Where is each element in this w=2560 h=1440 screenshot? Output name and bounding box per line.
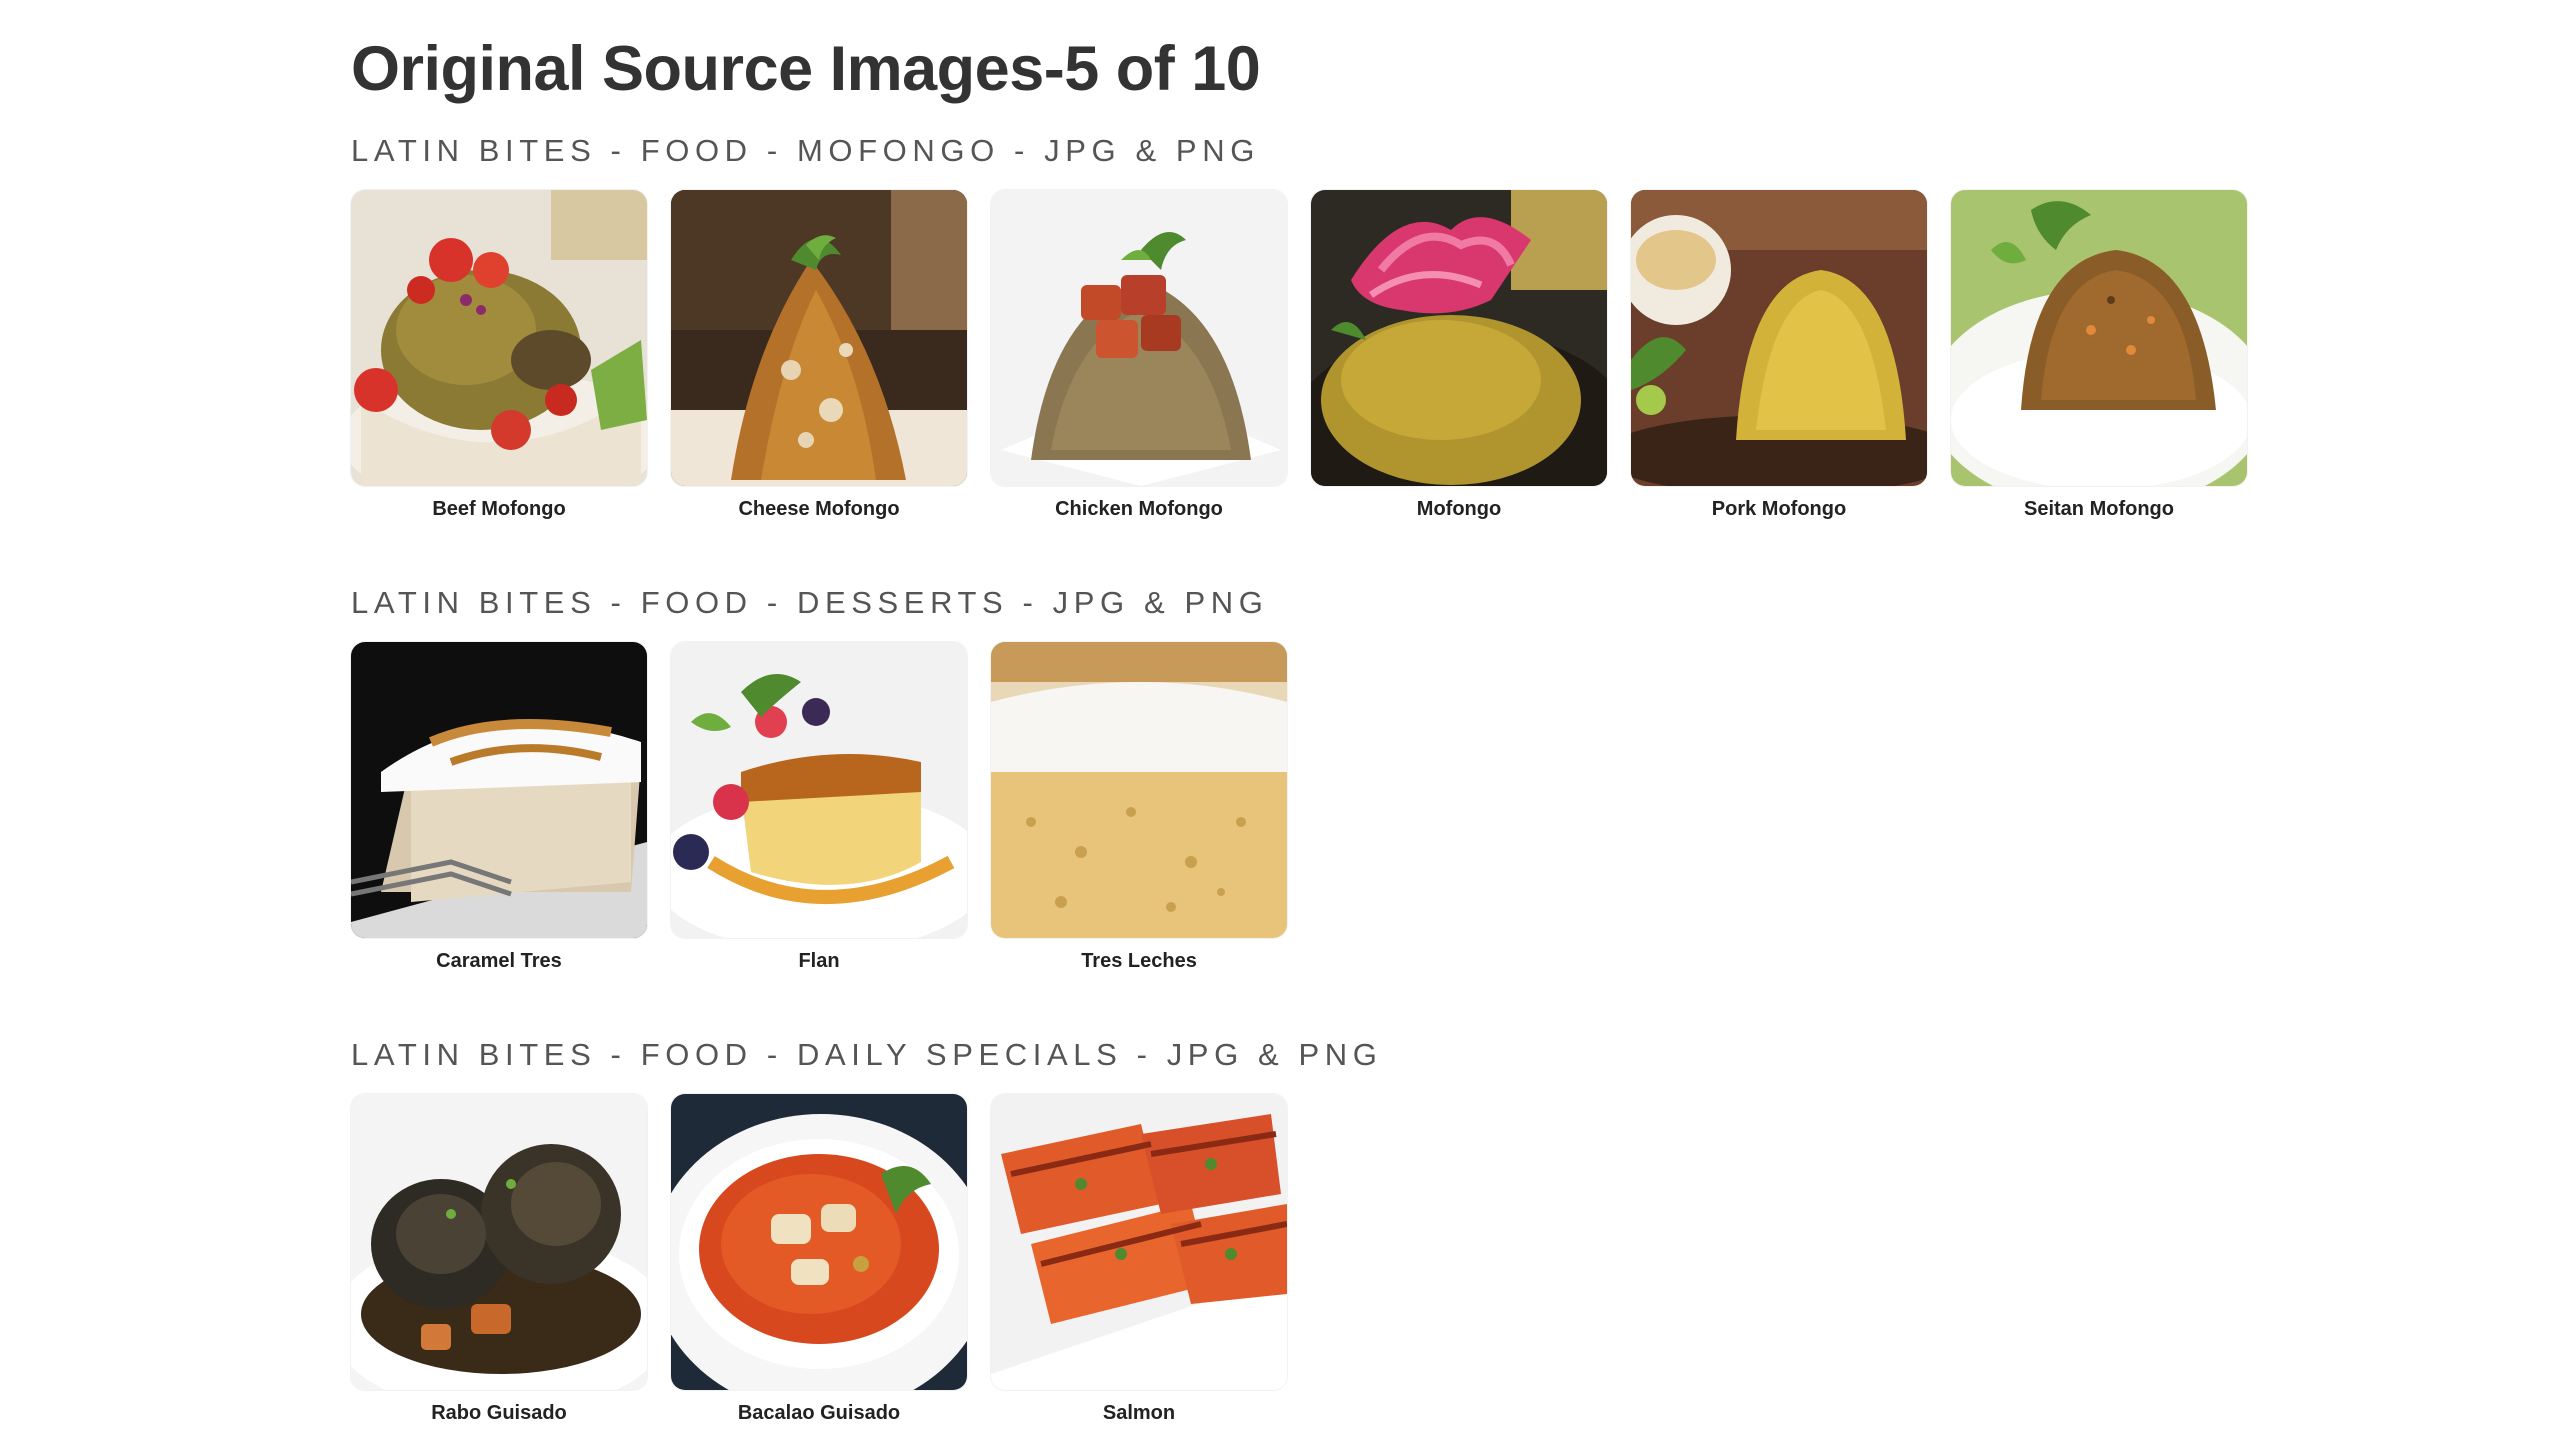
image-caption[interactable]: Rabo Guisado	[351, 1401, 647, 1425]
image-card-beef-mofongo[interactable]: Beef Mofongo	[351, 190, 647, 521]
image-caption[interactable]: Cheese Mofongo	[671, 497, 967, 521]
image-card-chicken-mofongo[interactable]: Chicken Mofongo	[991, 190, 1287, 521]
section-daily-specials: LATIN BITES - FOOD - DAILY SPECIALS - JP…	[351, 1035, 1383, 1424]
mofongo-photo[interactable]	[1311, 190, 1607, 486]
section-title: LATIN BITES - FOOD - DAILY SPECIALS - JP…	[351, 1037, 1383, 1072]
page-title: Original Source Images-5 of 10	[351, 34, 1261, 104]
caramel-tres-photo[interactable]	[351, 642, 647, 938]
flan-photo[interactable]	[671, 642, 967, 938]
section-desserts: LATIN BITES - FOOD - DESSERTS - JPG & PN…	[351, 583, 1287, 972]
section-title: LATIN BITES - FOOD - MOFONGO - JPG & PNG	[351, 133, 1260, 168]
image-grid: Rabo Guisado Bacalao Guisado Salmon	[351, 1094, 1287, 1425]
section-mofongo: LATIN BITES - FOOD - MOFONGO - JPG & PNG	[351, 131, 2247, 520]
image-card-salmon[interactable]: Salmon	[991, 1094, 1287, 1425]
rabo-guisado-photo[interactable]	[351, 1094, 647, 1390]
pork-mofongo-photo[interactable]	[1631, 190, 1927, 486]
seitan-mofongo-photo[interactable]	[1951, 190, 2247, 486]
image-caption[interactable]: Mofongo	[1311, 497, 1607, 521]
image-caption[interactable]: Flan	[671, 949, 967, 973]
image-caption[interactable]: Chicken Mofongo	[991, 497, 1287, 521]
salmon-photo[interactable]	[991, 1094, 1287, 1390]
image-card-rabo-guisado[interactable]: Rabo Guisado	[351, 1094, 647, 1425]
image-caption[interactable]: Tres Leches	[991, 949, 1287, 973]
image-caption[interactable]: Beef Mofongo	[351, 497, 647, 521]
beef-mofongo-photo[interactable]	[351, 190, 647, 486]
tres-leches-photo[interactable]	[991, 642, 1287, 938]
section-title: LATIN BITES - FOOD - DESSERTS - JPG & PN…	[351, 585, 1269, 620]
cheese-mofongo-photo[interactable]	[671, 190, 967, 486]
bacalao-guisado-photo[interactable]	[671, 1094, 967, 1390]
image-card-pork-mofongo[interactable]: Pork Mofongo	[1631, 190, 1927, 521]
image-card-tres-leches[interactable]: Tres Leches	[991, 642, 1287, 973]
image-caption[interactable]: Bacalao Guisado	[671, 1401, 967, 1425]
image-card-caramel-tres[interactable]: Caramel Tres	[351, 642, 647, 973]
image-card-bacalao-guisado[interactable]: Bacalao Guisado	[671, 1094, 967, 1425]
image-grid: Caramel Tres Flan Tres Leches	[351, 642, 1287, 973]
image-card-flan[interactable]: Flan	[671, 642, 967, 973]
image-card-cheese-mofongo[interactable]: Cheese Mofongo	[671, 190, 967, 521]
image-card-seitan-mofongo[interactable]: Seitan Mofongo	[1951, 190, 2247, 521]
chicken-mofongo-photo[interactable]	[991, 190, 1287, 486]
image-caption[interactable]: Caramel Tres	[351, 949, 647, 973]
image-caption[interactable]: Seitan Mofongo	[1951, 497, 2247, 521]
image-card-mofongo[interactable]: Mofongo	[1311, 190, 1607, 521]
image-grid: Beef Mofongo Cheese Mofongo Chicken Mofo…	[351, 190, 2247, 521]
image-caption[interactable]: Salmon	[991, 1401, 1287, 1425]
image-caption[interactable]: Pork Mofongo	[1631, 497, 1927, 521]
page: Original Source Images-5 of 10 LATIN BIT…	[351, 28, 2251, 1424]
